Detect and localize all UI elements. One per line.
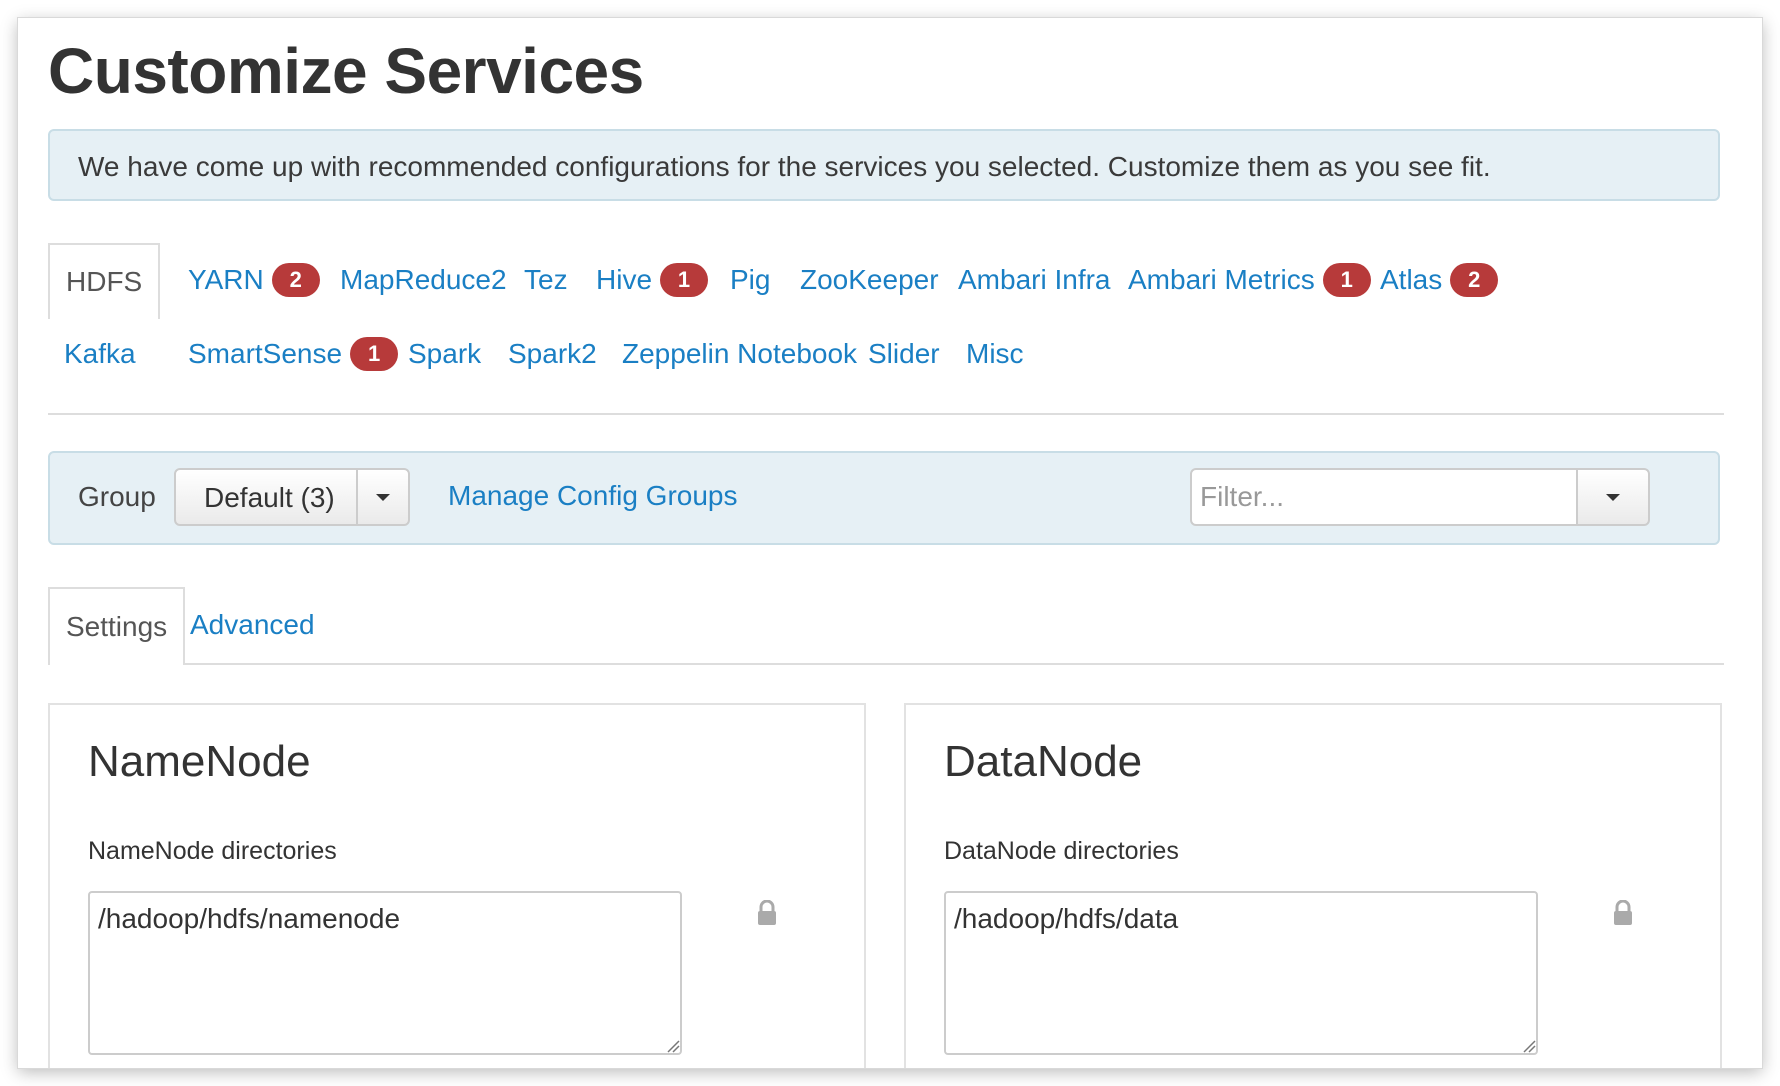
tab-label: Misc — [966, 338, 1024, 369]
tab-label: Spark2 — [508, 338, 597, 369]
caret-down-icon — [1606, 494, 1620, 501]
tab-label: Pig — [730, 264, 771, 295]
tab-atlas[interactable]: Atlas 2 — [1380, 243, 1499, 317]
alert-count-badge: 1 — [660, 262, 709, 297]
info-alert-text: We have come up with recommended configu… — [78, 151, 1491, 182]
namenode-panel: NameNode NameNode directories /hadoop/hd… — [48, 703, 866, 1068]
tab-ambari-infra[interactable]: Ambari Infra — [958, 243, 1111, 317]
group-label: Group — [78, 481, 156, 512]
tab-pig[interactable]: Pig — [730, 243, 770, 317]
tab-tez[interactable]: Tez — [524, 243, 568, 317]
manage-config-groups-link[interactable]: Manage Config Groups — [448, 480, 738, 512]
tab-label: Atlas — [1380, 264, 1443, 295]
main-content: Customize Services We have come up with … — [48, 18, 1724, 1068]
tab-label: Tez — [524, 264, 568, 295]
tab-label: SmartSense — [188, 338, 343, 369]
tab-label: ZooKeeper — [800, 264, 939, 295]
tab-label: MapReduce2 — [340, 264, 507, 295]
lock-icon[interactable] — [1612, 900, 1634, 926]
tab-label: Kafka — [64, 338, 136, 369]
tab-spark[interactable]: Spark — [408, 317, 481, 391]
tab-kafka[interactable]: Kafka — [64, 317, 136, 391]
panel-title: NameNode — [88, 737, 311, 786]
namenode-directories-field[interactable]: /hadoop/hdfs/namenode — [88, 891, 682, 1055]
field-label: NameNode directories — [88, 837, 337, 865]
filter-input[interactable] — [1190, 468, 1578, 526]
datanode-panel: DataNode DataNode directories /hadoop/hd… — [904, 703, 1722, 1068]
resize-grip-icon[interactable] — [1522, 1039, 1536, 1053]
tab-hdfs[interactable]: HDFS — [48, 243, 161, 319]
info-alert: We have come up with recommended configu… — [48, 129, 1720, 201]
tab-label: Advanced — [190, 609, 315, 640]
tab-mapreduce2[interactable]: MapReduce2 — [340, 243, 507, 317]
tab-label: Zeppelin Notebook — [622, 338, 858, 369]
config-group-value: Default (3) — [204, 482, 335, 513]
config-toolbar: Group Default (3) Manage Config Groups — [48, 451, 1720, 545]
datanode-directories-field[interactable]: /hadoop/hdfs/data — [944, 891, 1538, 1055]
tab-label: Settings — [66, 611, 168, 642]
tab-zookeeper[interactable]: ZooKeeper — [800, 243, 939, 317]
lock-icon[interactable] — [756, 900, 778, 926]
alert-count-badge: 1 — [1322, 262, 1371, 297]
panel-title: DataNode — [944, 737, 1143, 786]
filter-control — [1190, 468, 1660, 526]
tab-yarn[interactable]: YARN 2 — [188, 243, 320, 317]
field-label: DataNode directories — [944, 837, 1179, 865]
config-sub-tabs: Settings Advanced — [48, 587, 1724, 665]
tab-slider[interactable]: Slider — [868, 317, 940, 391]
tab-label: Spark — [408, 338, 482, 369]
tab-advanced[interactable]: Advanced — [190, 587, 315, 663]
tab-spark2[interactable]: Spark2 — [508, 317, 597, 391]
tab-label: Ambari Infra — [958, 264, 1111, 295]
tab-label: Ambari Metrics — [1128, 264, 1315, 295]
tab-misc[interactable]: Misc — [966, 317, 1024, 391]
caret-down-icon — [376, 494, 390, 501]
page-title: Customize Services — [48, 35, 644, 107]
tab-smartsense[interactable]: SmartSense 1 — [188, 317, 399, 391]
resize-grip-icon[interactable] — [666, 1039, 680, 1053]
tab-hive[interactable]: Hive 1 — [596, 243, 709, 317]
alert-count-badge: 1 — [350, 336, 399, 371]
dropdown-toggle[interactable] — [356, 470, 408, 524]
alert-count-badge: 2 — [1450, 262, 1499, 297]
tab-label: HDFS — [66, 266, 143, 297]
tab-ambari-metrics[interactable]: Ambari Metrics 1 — [1128, 243, 1371, 317]
alert-count-badge: 2 — [271, 262, 320, 297]
config-group-dropdown[interactable]: Default (3) — [174, 468, 410, 526]
tab-label: YARN — [188, 264, 264, 295]
tab-label: Slider — [868, 338, 940, 369]
tab-zeppelin-notebook[interactable]: Zeppelin Notebook — [622, 317, 857, 391]
tab-label: Hive — [596, 264, 653, 295]
service-tabs: HDFS YARN 2 MapReduce2 Tez Hive 1 Pig ZooK… — [48, 243, 1724, 415]
tab-settings[interactable]: Settings — [48, 587, 186, 665]
customize-services-window: Customize Services We have come up with … — [18, 18, 1762, 1068]
filter-dropdown-button[interactable] — [1576, 468, 1650, 526]
